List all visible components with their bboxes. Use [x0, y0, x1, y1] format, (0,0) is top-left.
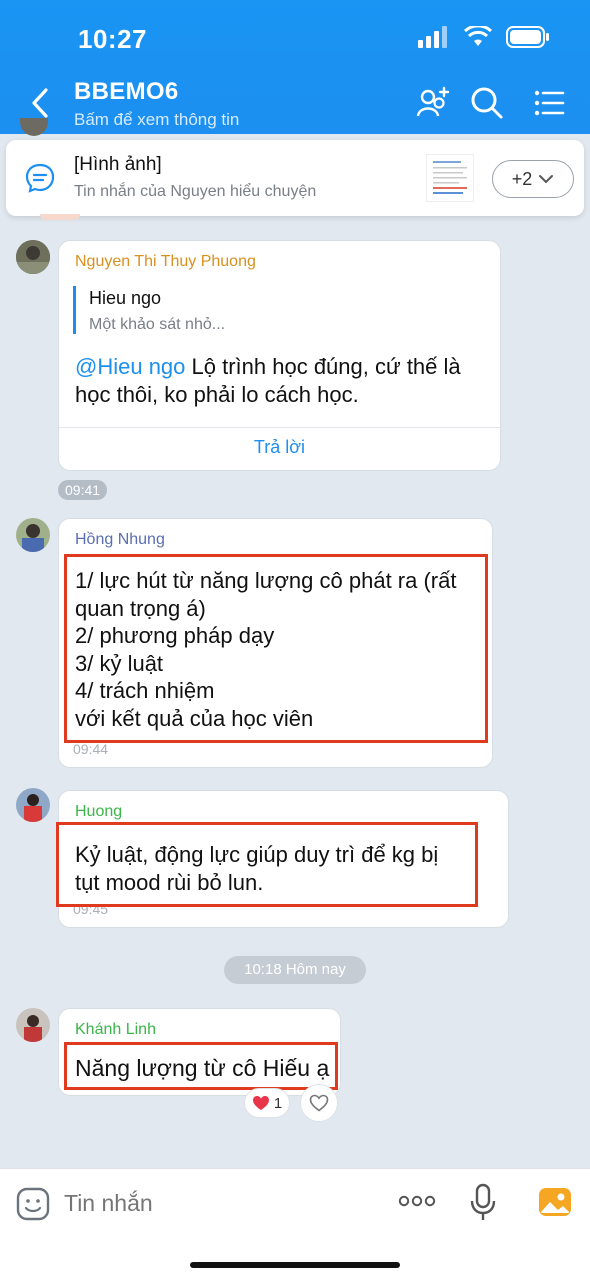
- pinned-subtitle: Tin nhắn của Nguyen hiểu chuyện: [74, 183, 317, 200]
- sender-name[interactable]: Hồng Nhung: [75, 531, 165, 549]
- quote-author: Hieu ngo: [89, 288, 162, 308]
- chat-title[interactable]: BBEMO6: [74, 78, 178, 106]
- message-input[interactable]: [64, 1183, 364, 1223]
- sender-name[interactable]: Khánh Linh: [75, 1021, 156, 1039]
- heart-icon: [252, 1096, 269, 1110]
- pinned-image-thumbnail[interactable]: [426, 154, 474, 202]
- chevron-down-icon: [539, 175, 554, 184]
- battery-icon: [506, 26, 549, 48]
- cellular-signal-icon: [418, 26, 447, 48]
- divider: [59, 427, 500, 428]
- reply-button[interactable]: Trả lời: [59, 437, 500, 458]
- highlight-box: [56, 822, 478, 907]
- message-time: 09:44: [73, 741, 109, 757]
- quote-bar: [73, 286, 76, 334]
- message-bubble[interactable]: Nguyen Thi Thuy Phuong Hieu ngo Một khảo…: [58, 240, 501, 471]
- date-divider: 10:18 Hôm nay: [224, 956, 366, 984]
- message-time: 09:41: [58, 480, 108, 500]
- status-time: 10:27: [78, 24, 147, 54]
- reaction-badge[interactable]: 1: [244, 1088, 290, 1118]
- chat-subtitle[interactable]: Bấm để xem thông tin: [74, 110, 239, 130]
- pinned-message-bar[interactable]: [Hình ảnh] Tin nhắn của Nguyen hiểu chuy…: [6, 140, 584, 216]
- add-member-icon[interactable]: [416, 86, 450, 120]
- menu-list-icon[interactable]: [532, 86, 566, 120]
- image-gallery-icon[interactable]: [538, 1185, 572, 1219]
- more-options-icon[interactable]: [398, 1195, 436, 1207]
- back-arrow-icon[interactable]: [28, 86, 54, 120]
- avatar[interactable]: [16, 1008, 50, 1042]
- pinned-title: [Hình ảnh]: [74, 154, 162, 175]
- pinned-more-button[interactable]: +2: [492, 160, 574, 198]
- message-text: @Hieu ngo Lộ trình học đúng, cứ thế là h…: [75, 354, 461, 407]
- sticker-icon[interactable]: [16, 1187, 50, 1221]
- sender-name[interactable]: Nguyen Thi Thuy Phuong: [75, 253, 256, 271]
- react-button[interactable]: [300, 1084, 338, 1122]
- wifi-icon: [464, 26, 492, 46]
- highlight-box: [64, 554, 488, 743]
- highlight-box: [64, 1042, 338, 1090]
- chat-bubble-icon: [25, 163, 55, 193]
- sender-name[interactable]: Huong: [75, 803, 122, 821]
- reaction-count: 1: [273, 1094, 283, 1112]
- avatar[interactable]: [16, 518, 50, 552]
- heart-outline-icon: [309, 1094, 329, 1112]
- search-icon[interactable]: [470, 86, 504, 120]
- avatar[interactable]: [16, 788, 50, 822]
- mention[interactable]: @Hieu ngo: [75, 354, 185, 379]
- pinned-more-label: +2: [511, 168, 533, 189]
- partial-bubble: [40, 214, 80, 220]
- quote-text: Một khảo sát nhỏ...: [89, 316, 226, 333]
- status-icons: [418, 26, 550, 48]
- avatar[interactable]: [16, 240, 50, 274]
- home-indicator: [190, 1262, 400, 1268]
- microphone-icon[interactable]: [470, 1183, 496, 1223]
- chat-header: 10:27 BBEMO6 Bấm để xem thông tin: [0, 0, 590, 134]
